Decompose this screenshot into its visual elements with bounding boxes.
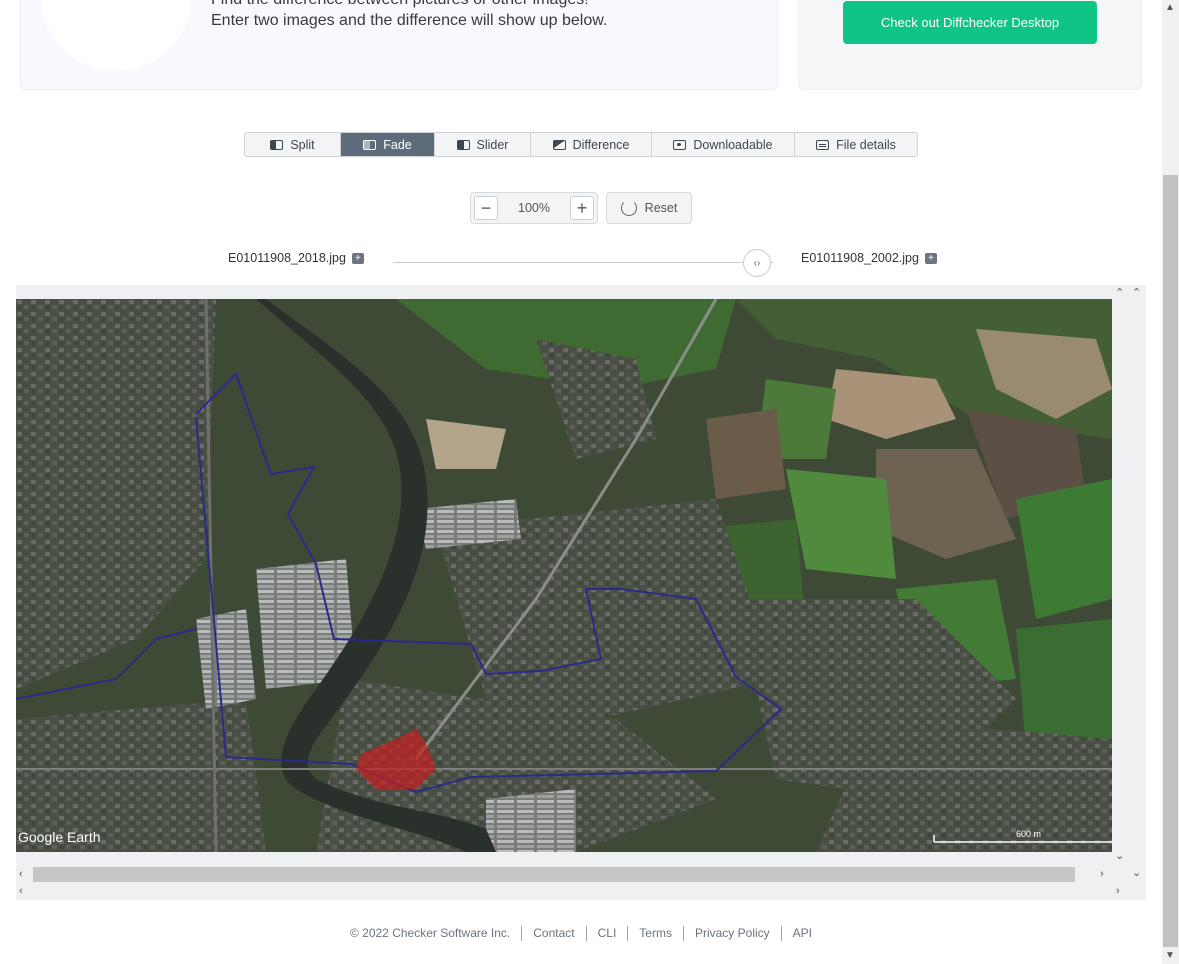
view-mode-tabs: Split Fade Slider Difference Downloadabl… xyxy=(244,132,918,157)
download-icon xyxy=(673,139,687,150)
scroll-down-icon[interactable]: ▼ xyxy=(1165,950,1175,961)
reset-icon xyxy=(620,200,637,216)
tab-label: Difference xyxy=(572,137,630,152)
page-scrollbar[interactable]: ▲ ▼ xyxy=(1162,0,1179,964)
slider-icon xyxy=(456,139,470,150)
fade-icon xyxy=(363,139,377,150)
tab-label: Slider xyxy=(476,137,509,152)
reset-button[interactable]: Reset xyxy=(606,192,692,224)
tab-split[interactable]: Split xyxy=(245,133,341,156)
scroll-left-icon[interactable]: ‹ xyxy=(19,868,23,880)
right-file: E01011908_2002.jpg + xyxy=(801,251,937,265)
intro-line-1: Find the difference between pictures or … xyxy=(211,0,607,10)
scroll-right-icon[interactable]: › xyxy=(1100,868,1104,880)
tab-difference[interactable]: Difference xyxy=(531,133,652,156)
tab-label: Downloadable xyxy=(693,137,773,152)
scroll-up-icon[interactable]: ⌃ xyxy=(1132,287,1141,299)
map-scale-label: 600 m xyxy=(1016,829,1041,839)
scroll-down-icon[interactable]: ⌄ xyxy=(1132,867,1141,879)
footer-link-privacy[interactable]: Privacy Policy xyxy=(695,926,770,940)
zoom-control: − 100% + xyxy=(470,192,598,224)
difference-icon xyxy=(552,139,566,150)
footer-link-contact[interactable]: Contact xyxy=(533,926,574,940)
intro-text: Find the difference between pictures or … xyxy=(211,0,607,31)
right-file-name: E01011908_2002.jpg xyxy=(801,251,919,265)
zoom-in-button[interactable]: + xyxy=(570,196,594,220)
tab-fade[interactable]: Fade xyxy=(341,133,435,156)
tab-label: Fade xyxy=(383,137,412,152)
tab-file-details[interactable]: File details xyxy=(795,133,917,156)
scroll-right-icon[interactable]: › xyxy=(1116,885,1120,897)
hero-illustration xyxy=(41,0,191,71)
footer-link-api[interactable]: API xyxy=(793,926,812,940)
tab-slider[interactable]: Slider xyxy=(435,133,531,156)
desktop-cta-button[interactable]: Check out Diffchecker Desktop xyxy=(843,1,1097,44)
left-file-name: E01011908_2018.jpg xyxy=(228,251,346,265)
tab-label: Split xyxy=(290,137,315,152)
zoom-out-button[interactable]: − xyxy=(474,196,498,220)
image-viewport: 600 m Google Earth ⌃ ⌃ ⌄ ⌄ ‹ › ‹ › xyxy=(16,285,1146,900)
horizontal-scrollbar-thumb[interactable] xyxy=(33,867,1075,882)
split-icon xyxy=(270,139,284,150)
desktop-promo: Check out Diffchecker Desktop xyxy=(798,0,1142,90)
intro-line-2: Enter two images and the difference will… xyxy=(211,12,608,29)
scroll-up-icon[interactable]: ⌃ xyxy=(1115,287,1124,299)
file-details-icon xyxy=(816,139,830,150)
satellite-image: 600 m Google Earth xyxy=(16,299,1112,852)
left-file: E01011908_2018.jpg + xyxy=(228,251,364,265)
tab-downloadable[interactable]: Downloadable xyxy=(652,133,795,156)
zoom-level: 100% xyxy=(518,201,550,215)
reset-label: Reset xyxy=(644,201,678,215)
fade-slider-track[interactable] xyxy=(393,262,773,263)
page: Find the difference between pictures or … xyxy=(0,0,1179,964)
intro-banner: Find the difference between pictures or … xyxy=(20,0,778,90)
add-image-icon[interactable]: + xyxy=(351,252,364,264)
footer-link-cli[interactable]: CLI xyxy=(598,926,617,940)
tab-label: File details xyxy=(836,137,896,152)
footer: © 2022 Checker Software Inc. Contact CLI… xyxy=(0,926,1162,941)
fade-slider-handle[interactable]: ‹› xyxy=(743,249,771,277)
copyright: © 2022 Checker Software Inc. xyxy=(349,926,511,940)
scroll-down-icon[interactable]: ⌄ xyxy=(1115,850,1124,862)
footer-link-terms[interactable]: Terms xyxy=(639,926,672,940)
page-scrollbar-thumb[interactable] xyxy=(1163,175,1178,947)
add-image-icon[interactable]: + xyxy=(924,252,937,264)
map-watermark: Google Earth xyxy=(18,829,101,845)
scroll-up-icon[interactable]: ▲ xyxy=(1165,2,1175,13)
scroll-left-icon[interactable]: ‹ xyxy=(19,885,23,897)
